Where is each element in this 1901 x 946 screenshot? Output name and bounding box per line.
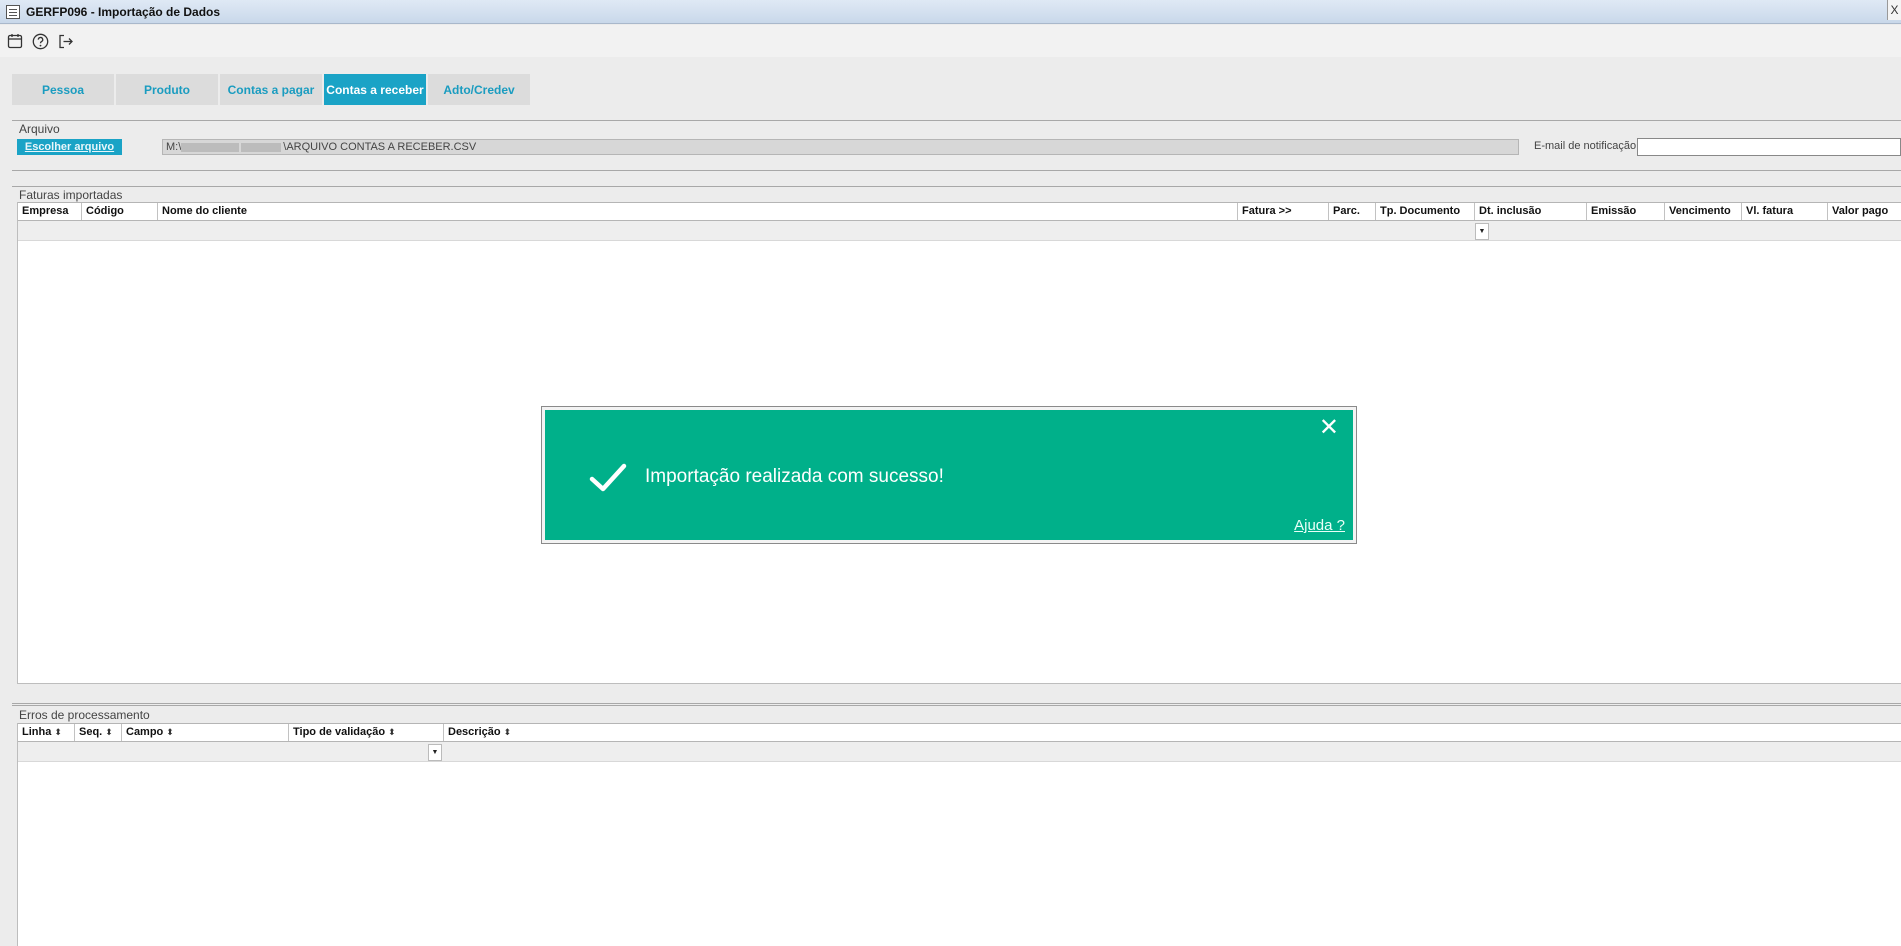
tab-contas-a-receber[interactable]: Contas a receber [324,74,426,105]
column-header-descricao[interactable]: Descrição ⬍ [444,724,1901,741]
window-title: GERFP096 - Importação de Dados [26,4,221,19]
column-header-codigo[interactable]: Código [82,203,158,220]
tab-adto-credev[interactable]: Adto/Credev [428,74,530,105]
faturas-grid-header: Empresa Código Nome do cliente Fatura >>… [18,202,1901,221]
column-header-fatura[interactable]: Fatura >> [1238,203,1329,220]
column-header-vencimento[interactable]: Vencimento [1665,203,1742,220]
arquivo-section-label: Arquivo [19,122,60,136]
tp-documento-filter-dropdown[interactable]: ▼ [1475,223,1489,240]
erros-grid: Linha ⬍ Seq. ⬍ Campo ⬍ Tipo de validação ⬍ D… [17,723,1901,946]
file-path-prefix: M:\ [166,141,182,153]
tipo-validacao-filter-dropdown[interactable]: ▼ [428,744,442,761]
document-icon [6,4,20,19]
column-header-campo[interactable]: Campo ⬍ [122,724,289,741]
redacted-path-segment [181,142,240,152]
sort-icon: ⬍ [503,727,512,737]
success-notification: ✕ Importação realizada com sucesso! Ajud… [541,406,1357,544]
column-header-tipo-validacao[interactable]: Tipo de validação ⬍ [289,724,444,741]
tab-contas-a-pagar[interactable]: Contas a pagar [220,74,322,105]
column-header-dt-inclusao[interactable]: Dt. inclusão [1475,203,1587,220]
sort-icon: ⬍ [54,727,62,737]
close-icon[interactable]: ✕ [1319,416,1339,440]
help-circle-icon[interactable] [31,32,49,50]
success-message: Importação realizada com sucesso! [645,466,944,487]
sort-icon: ⬍ [166,727,174,737]
file-path-text: \ARQUIVO CONTAS A RECEBER.CSV [283,141,477,153]
email-notification-input[interactable] [1637,138,1901,156]
tab-pessoa[interactable]: Pessoa [12,74,114,105]
column-header-linha[interactable]: Linha ⬍ [18,724,75,741]
erros-filter-row: ▼ [18,742,1901,762]
sort-icon: ⬍ [105,727,113,737]
calendar-icon[interactable] [6,32,24,50]
faturas-section-label: Faturas importadas [19,188,123,202]
help-link[interactable]: Ajuda ? [1294,517,1345,534]
divider [12,120,1901,121]
window-titlebar: GERFP096 - Importação de Dados X [0,0,1901,24]
divider [12,170,1901,171]
redacted-path-segment [241,142,282,152]
checkmark-icon [589,463,627,496]
toolbar [0,25,1901,57]
exit-icon[interactable] [56,32,74,50]
faturas-filter-row: ▼ [18,221,1901,241]
column-header-vl-fatura[interactable]: Vl. fatura [1742,203,1828,220]
column-header-parc[interactable]: Parc. [1329,203,1376,220]
column-header-empresa[interactable]: Empresa [18,203,82,220]
column-header-emissao[interactable]: Emissão [1587,203,1665,220]
divider [12,703,1901,704]
column-header-nome-cliente[interactable]: Nome do cliente [158,203,1238,220]
choose-file-button[interactable]: Escolher arquivo [17,139,122,155]
divider [12,186,1901,187]
column-header-tp-documento[interactable]: Tp. Documento [1376,203,1475,220]
erros-section-label: Erros de processamento [19,708,150,722]
tab-produto[interactable]: Produto [116,74,218,105]
column-header-valor-pago[interactable]: Valor pago [1828,203,1901,220]
file-path-field: M:\ \ARQUIVO CONTAS A RECEBER.CSV [162,139,1519,155]
divider [12,705,1901,706]
email-notification-label: E-mail de notificação [1534,140,1637,152]
column-header-seq[interactable]: Seq. ⬍ [75,724,122,741]
sort-icon: ⬍ [388,727,396,737]
module-tabs: Pessoa Produto Contas a pagar Contas a r… [12,74,530,105]
erros-grid-header: Linha ⬍ Seq. ⬍ Campo ⬍ Tipo de validação ⬍ D… [18,723,1901,742]
window-close-button[interactable]: X [1887,0,1901,20]
